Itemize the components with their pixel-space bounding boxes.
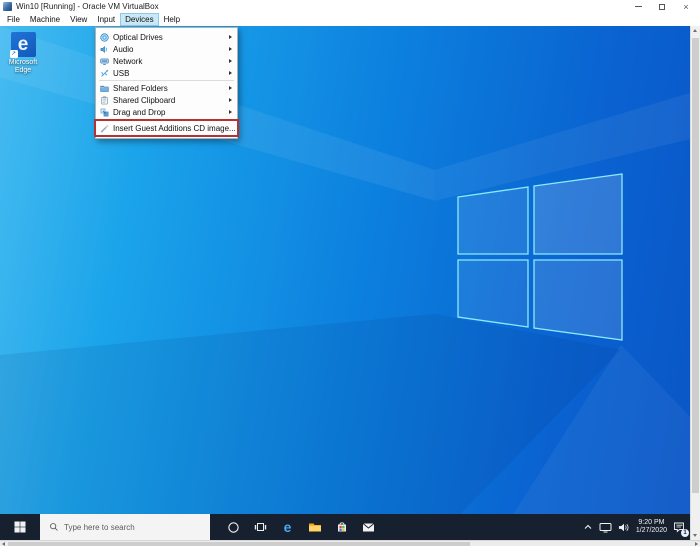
volume-icon [618,523,629,531]
window-title: Win10 [Running] - Oracle VM VirtualBox [16,2,159,11]
cortana-button[interactable] [220,514,247,540]
edge-icon: e ↗ [9,32,36,58]
file-explorer-icon [308,523,321,532]
menu-machine[interactable]: Machine [25,13,65,26]
vertical-scrollbar[interactable] [690,26,700,540]
scroll-up-arrow-icon[interactable] [693,29,697,32]
display-network-icon [599,522,612,532]
horizontal-scrollbar-thumb[interactable] [8,542,470,546]
maximize-icon [659,3,665,10]
minimize-icon [634,6,642,7]
store-icon [337,522,346,532]
optical-drive-icon [96,32,113,42]
guest-additions-icon [96,124,113,133]
menu-item-shared-folders[interactable]: Shared Folders [96,82,237,94]
chevron-up-icon [584,524,592,529]
scroll-right-arrow-icon[interactable] [695,542,698,546]
menu-item-audio[interactable]: Audio [96,43,237,55]
usb-icon [96,69,113,78]
menu-separator [99,119,234,120]
menu-help[interactable]: Help [159,13,185,26]
virtualbox-window: Win10 [Running] - Oracle VM VirtualBox ×… [0,0,700,546]
mail-button[interactable] [355,514,382,540]
edge-icon: e [283,519,292,535]
virtualbox-icon [3,2,12,11]
audio-icon [96,45,113,54]
horizontal-scrollbar[interactable] [0,540,700,546]
window-controls: × [626,0,698,13]
task-view-button[interactable] [247,514,274,540]
menu-item-usb[interactable]: USB [96,67,237,79]
volume-tray-button[interactable] [615,514,633,540]
mail-icon [362,522,375,531]
notification-badge: 1 [681,529,689,537]
menu-separator [99,80,234,81]
search-input[interactable] [64,522,194,532]
submenu-arrow-icon [229,98,232,102]
taskbar-search[interactable] [40,514,210,540]
menu-input[interactable]: Input [92,13,120,26]
drag-and-drop-icon [96,108,113,117]
edge-taskbar-button[interactable]: e [274,514,301,540]
cortana-icon [228,521,239,533]
desktop-icon-label: Microsoft Edge [8,59,38,74]
clock-time: 9:20 PM [638,519,665,526]
menu-item-network[interactable]: Network [96,55,237,67]
menu-item-optical-drives[interactable]: Optical Drives [96,31,237,43]
submenu-arrow-icon [229,47,232,51]
submenu-arrow-icon [229,71,232,75]
action-center-button[interactable]: 1 [670,514,689,540]
devices-menu: Optical Drives Audio Network USB Shared … [94,27,239,139]
menu-item-insert-guest-additions[interactable]: Insert Guest Additions CD image... [96,121,237,135]
shared-clipboard-icon [96,95,113,105]
submenu-arrow-icon [229,110,232,114]
menu-view[interactable]: View [65,13,92,26]
system-tray: 9:20 PM 1/27/2020 1 [580,514,689,540]
windows-logo [457,173,623,341]
file-explorer-button[interactable] [301,514,328,540]
vertical-scrollbar-thumb[interactable] [692,38,699,493]
scroll-left-arrow-icon[interactable] [2,542,5,546]
scroll-down-arrow-icon[interactable] [693,534,697,537]
taskbar-app-icons: e [220,514,382,540]
close-icon: × [683,1,689,12]
windows-start-icon [14,521,26,533]
network-icon [96,57,113,66]
titlebar: Win10 [Running] - Oracle VM VirtualBox × [0,0,700,13]
store-button[interactable] [328,514,355,540]
menu-item-shared-clipboard[interactable]: Shared Clipboard [96,94,237,106]
hidden-icons-button[interactable] [580,514,596,540]
network-tray-button[interactable] [596,514,615,540]
clock-date: 1/27/2020 [635,527,667,534]
windows-taskbar: e [0,514,690,540]
menubar: File Machine View Input Devices Help [0,13,700,26]
menu-item-drag-and-drop[interactable]: Drag and Drop [96,106,237,118]
submenu-arrow-icon [229,86,232,90]
menu-devices[interactable]: Devices [120,13,159,26]
maximize-button[interactable] [650,0,674,13]
shared-folders-icon [96,84,113,93]
minimize-button[interactable] [626,0,650,13]
start-button[interactable] [0,514,40,540]
submenu-arrow-icon [229,35,232,39]
search-icon [50,523,58,531]
shortcut-arrow-icon: ↗ [9,50,18,58]
task-view-icon [254,523,267,531]
close-button[interactable]: × [674,0,698,13]
desktop-icon-microsoft-edge[interactable]: e ↗ Microsoft Edge [2,32,44,75]
menu-file[interactable]: File [2,13,25,26]
submenu-arrow-icon [229,59,232,63]
taskbar-clock[interactable]: 9:20 PM 1/27/2020 [633,519,670,535]
